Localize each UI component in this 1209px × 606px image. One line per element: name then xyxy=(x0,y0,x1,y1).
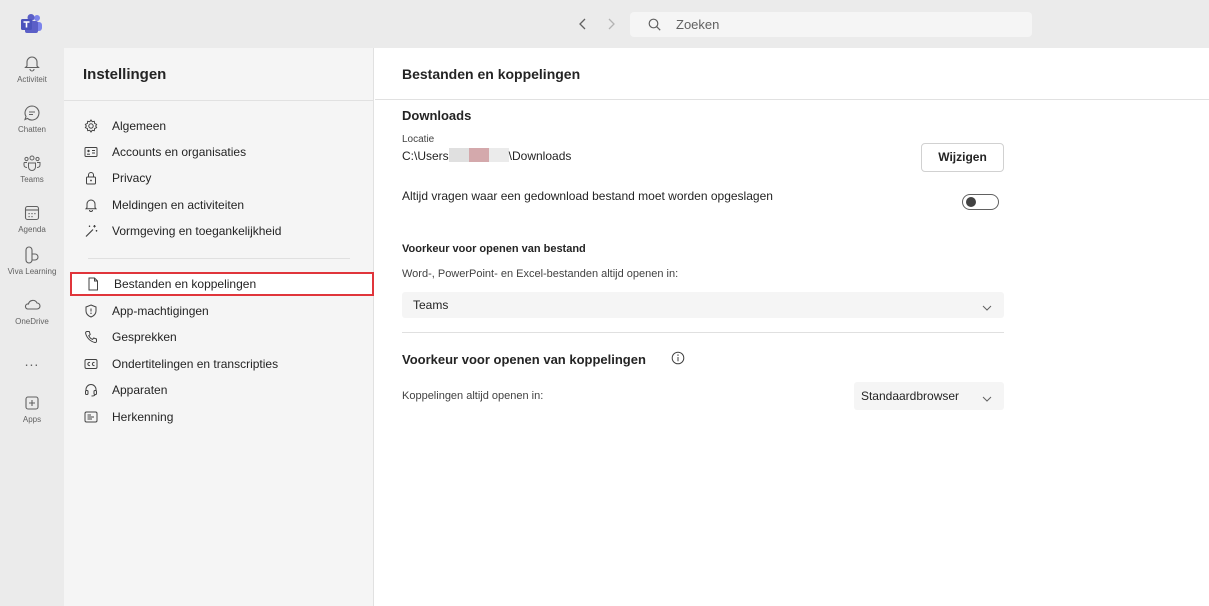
link-open-pref-heading: Voorkeur voor openen van koppelingen xyxy=(402,352,646,367)
rail-label: Viva Learning xyxy=(7,267,57,276)
calendar-icon xyxy=(24,205,40,221)
ask-download-location-toggle[interactable] xyxy=(962,194,999,210)
rail-label: Agenda xyxy=(18,225,46,234)
more-apps-icon[interactable]: ... xyxy=(0,353,64,369)
link-open-selected: Standaardbrowser xyxy=(860,389,960,403)
rail-item-apps[interactable]: Apps xyxy=(0,394,64,442)
title-bar: Zoeken xyxy=(0,0,1209,48)
teams-logo-icon[interactable] xyxy=(20,14,44,34)
settings-item-captions[interactable]: Ondertitelingen en transcripties xyxy=(76,352,368,376)
settings-item-label: Privacy xyxy=(112,171,152,185)
search-icon xyxy=(648,18,661,31)
settings-item-recognition[interactable]: Herkenning xyxy=(76,405,368,429)
path-prefix: C:\Users xyxy=(402,149,449,163)
teams-app: Zoeken Activiteit Chatten Teams Agenda V… xyxy=(0,0,1209,606)
rail-item-teams[interactable]: Teams xyxy=(0,154,64,202)
info-icon[interactable] xyxy=(671,351,685,365)
settings-item-app-permissions[interactable]: App-machtigingen xyxy=(76,299,368,323)
settings-item-label: Ondertitelingen en transcripties xyxy=(112,357,279,371)
path-suffix: \Downloads xyxy=(508,149,572,163)
settings-item-algemeen[interactable]: Algemeen xyxy=(76,114,368,138)
rail-item-onedrive[interactable]: OneDrive xyxy=(0,296,64,344)
settings-item-label: Herkenning xyxy=(112,410,174,424)
rail-label: OneDrive xyxy=(15,317,49,326)
file-open-selected: Teams xyxy=(413,298,449,312)
back-arrow-icon[interactable] xyxy=(574,15,592,33)
teams-icon xyxy=(23,155,41,171)
settings-item-privacy[interactable]: Privacy xyxy=(76,166,368,190)
settings-item-notifications[interactable]: Meldingen en activiteiten xyxy=(76,193,368,217)
settings-item-label: Apparaten xyxy=(112,383,168,397)
chevron-down-icon xyxy=(982,301,992,311)
cloud-icon xyxy=(24,299,41,310)
settings-content: Bestanden en koppelingen Downloads Locat… xyxy=(375,48,1209,606)
recognition-icon xyxy=(84,410,98,424)
gear-icon xyxy=(84,119,98,133)
rail-label: Apps xyxy=(22,415,42,424)
redaction-block xyxy=(488,148,509,162)
app-rail: Activiteit Chatten Teams Agenda Viva Lea… xyxy=(0,48,64,606)
toggle-knob xyxy=(966,197,976,207)
divider xyxy=(88,258,350,259)
redaction-block xyxy=(468,148,489,162)
closed-captions-icon xyxy=(84,357,98,371)
rail-label: Activiteit xyxy=(17,75,47,84)
download-path: C:\Users \Downloads xyxy=(402,148,571,163)
page-title: Bestanden en koppelingen xyxy=(402,66,581,82)
settings-item-calls[interactable]: Gesprekken xyxy=(76,325,368,349)
settings-item-label: Accounts en organisaties xyxy=(112,145,247,159)
lock-icon xyxy=(84,171,98,185)
chevron-down-icon xyxy=(982,392,992,402)
file-open-dropdown[interactable]: Teams xyxy=(402,292,1004,318)
rail-item-activity[interactable]: Activiteit xyxy=(0,54,64,102)
apps-plus-icon xyxy=(25,396,39,410)
location-label: Locatie xyxy=(402,134,435,145)
settings-item-appearance[interactable]: Vormgeving en toegankelijkheid xyxy=(76,219,368,243)
settings-item-label: Meldingen en activiteiten xyxy=(112,198,245,212)
rail-item-chat[interactable]: Chatten xyxy=(0,104,64,152)
divider xyxy=(64,100,373,101)
headset-icon xyxy=(84,383,98,397)
file-open-pref-heading: Voorkeur voor openen van bestand xyxy=(402,243,586,255)
file-open-pref-label: Word-, PowerPoint- en Excel-bestanden al… xyxy=(402,268,679,280)
redaction-block xyxy=(448,148,469,162)
settings-item-label: Vormgeving en toegankelijkheid xyxy=(112,224,282,238)
search-placeholder: Zoeken xyxy=(676,17,720,32)
settings-item-label: Gesprekken xyxy=(112,330,177,344)
settings-title: Instellingen xyxy=(83,66,167,83)
rail-item-viva-learning[interactable]: Viva Learning xyxy=(0,246,64,294)
settings-item-accounts[interactable]: Accounts en organisaties xyxy=(76,140,368,164)
shield-icon xyxy=(84,304,98,318)
account-card-icon xyxy=(84,145,98,159)
bell-icon xyxy=(84,198,98,212)
settings-item-label: App-machtigingen xyxy=(112,304,209,318)
link-open-label: Koppelingen altijd openen in: xyxy=(402,390,544,402)
chat-icon xyxy=(24,105,40,121)
bell-icon xyxy=(24,56,40,72)
rail-label: Teams xyxy=(20,175,44,184)
rail-item-calendar[interactable]: Agenda xyxy=(0,204,64,252)
content-header: Bestanden en koppelingen xyxy=(375,48,1209,100)
search-input[interactable]: Zoeken xyxy=(630,12,1032,37)
link-open-dropdown[interactable]: Standaardbrowser xyxy=(854,382,1004,410)
forward-arrow-icon[interactable] xyxy=(602,15,620,33)
settings-item-files-links[interactable]: Bestanden en koppelingen xyxy=(70,272,374,296)
ask-download-location-label: Altijd vragen waar een gedownload bestan… xyxy=(402,189,773,203)
settings-pane: Instellingen Algemeen Accounts en organi… xyxy=(64,48,374,606)
viva-learning-icon xyxy=(25,246,39,264)
magic-wand-icon xyxy=(84,224,98,238)
downloads-heading: Downloads xyxy=(402,108,472,123)
rail-label: Chatten xyxy=(17,125,47,134)
divider xyxy=(402,332,1004,333)
settings-item-label: Bestanden en koppelingen xyxy=(114,277,257,291)
settings-item-devices[interactable]: Apparaten xyxy=(76,378,368,402)
change-location-button[interactable]: Wijzigen xyxy=(921,143,1004,172)
file-icon xyxy=(86,277,100,291)
settings-item-label: Algemeen xyxy=(112,119,167,133)
phone-icon xyxy=(84,330,98,344)
